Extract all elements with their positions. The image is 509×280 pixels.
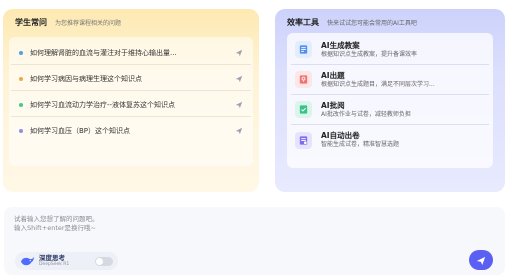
send-arrow-icon[interactable] — [234, 48, 243, 57]
tool-desc: 智能生成试卷，精准智慧选题 — [321, 141, 400, 148]
tool-name: AI出题 — [321, 70, 345, 80]
faq-question-label: 如何理解肾脏的血流与灌注对于维持心输出量... — [30, 48, 177, 57]
faq-question-label: 如何学习血压（BP）这个知识点 — [30, 127, 131, 135]
placeholder-line-1: 试着输入您想了解的问题吧。 — [14, 215, 99, 223]
deep-think-toggle[interactable] — [95, 256, 114, 266]
faq-question-label: 如何学习病因与病理生理这个知识点 — [30, 74, 142, 83]
tools-subtitle: 快来试试您可能会常用的AI工具吧 — [327, 19, 417, 27]
deep-think-toggle-pill[interactable]: 深度思考 DeepSeek R1 — [15, 252, 118, 270]
tool-name: AI自动出卷 — [321, 131, 360, 140]
bullet-dot-icon — [19, 129, 23, 133]
bullet-dot-icon — [19, 50, 23, 55]
send-arrow-icon[interactable] — [234, 127, 243, 136]
send-button[interactable] — [469, 250, 493, 270]
send-arrow-icon[interactable] — [234, 100, 243, 109]
chat-input-placeholder[interactable]: 试着输入您想了解的问题吧。 输入Shift+enter是换行哦~ — [14, 215, 99, 233]
lesson-plan-icon — [295, 41, 312, 58]
bullet-dot-icon — [19, 102, 23, 107]
student-faq-subtitle: 为您推荐课程相关的问题 — [55, 19, 122, 27]
tool-exam-paper[interactable]: AI自动出卷 智能生成试卷，精准智慧选题 — [291, 125, 489, 155]
deep-think-label: 深度思考 — [39, 253, 65, 262]
student-faq-header: 学生常问 为您推荐课程相关的问题 — [3, 9, 259, 35]
student-faq-list: 如何理解肾脏的血流与灌注对于维持心输出量... 如何学习病因与病理生理这个知识点… — [9, 37, 253, 166]
faq-question-label: 如何学习血流动力学治疗--液体复苏这个知识点 — [30, 100, 176, 109]
student-faq-title: 学生常问 — [15, 17, 47, 27]
tools-title: 效率工具 — [287, 17, 319, 27]
send-icon — [476, 251, 486, 270]
tool-lesson-plan[interactable]: AI生成教案 根据知识点生成教案，提升备课效率 — [291, 35, 489, 65]
tool-grading[interactable]: AI批阅 AI批改作业与试卷，减轻教师负担 — [291, 95, 489, 125]
placeholder-line-2: 输入Shift+enter是换行哦~ — [14, 224, 97, 232]
toggle-knob — [96, 257, 104, 265]
faq-question-3[interactable]: 如何学习血流动力学治疗--液体复苏这个知识点 — [11, 93, 251, 117]
tool-desc: AI批改作业与试卷，减轻教师负担 — [321, 110, 411, 118]
faq-question-2[interactable]: 如何学习病因与病理生理这个知识点 — [11, 67, 251, 91]
faq-question-1[interactable]: 如何理解肾脏的血流与灌注对于维持心输出量... — [11, 41, 251, 65]
tool-desc: 根据知识点生成题目，满足不同层次学习... — [321, 80, 435, 88]
deep-think-model: DeepSeek R1 — [39, 261, 70, 267]
tools-header: 效率工具 快来试试您可能会常用的AI工具吧 — [275, 9, 505, 35]
deepseek-whale-icon — [20, 252, 35, 271]
question-gen-icon — [295, 71, 312, 88]
tool-name: AI生成教案 — [321, 40, 360, 50]
grading-icon — [295, 101, 312, 118]
tool-desc: 根据知识点生成教案，提升备课效率 — [321, 50, 418, 58]
send-arrow-icon[interactable] — [234, 74, 243, 83]
exam-paper-icon — [295, 131, 312, 149]
tool-name: AI批阅 — [321, 100, 345, 110]
faq-question-4[interactable]: 如何学习血压（BP）这个知识点 — [11, 119, 251, 143]
student-faq-panel: 学生常问 为您推荐课程相关的问题 如何理解肾脏的血流与灌注对于维持心输出量...… — [3, 9, 259, 192]
chat-input-box[interactable]: 试着输入您想了解的问题吧。 输入Shift+enter是换行哦~ 深度思考 De… — [4, 207, 505, 275]
tools-list: AI生成教案 根据知识点生成教案，提升备课效率 AI出题 根据知识点生成题目，满… — [287, 33, 493, 168]
efficiency-tools-panel: 效率工具 快来试试您可能会常用的AI工具吧 AI生成教案 根据知识点生成教案，提… — [275, 9, 505, 192]
bullet-dot-icon — [19, 76, 23, 81]
tool-question-gen[interactable]: AI出题 根据知识点生成题目，满足不同层次学习... — [291, 65, 489, 95]
